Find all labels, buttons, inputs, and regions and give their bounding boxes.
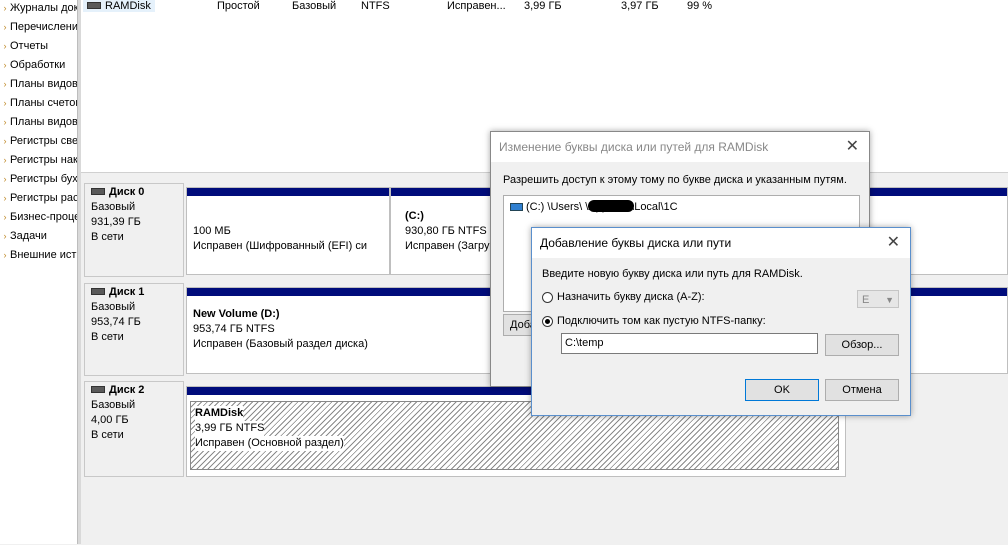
folder-icon: › bbox=[3, 212, 7, 222]
dialog-description: Разрешить доступ к этому тому по букве д… bbox=[503, 174, 847, 186]
close-icon[interactable]: ✕ bbox=[887, 228, 900, 258]
folder-icon: › bbox=[3, 98, 7, 108]
close-icon[interactable]: ✕ bbox=[846, 132, 859, 162]
disk-2-label[interactable]: Диск 2 Базовый 4,00 ГБ В сети bbox=[84, 381, 184, 477]
navigation-tree: › Журналы док › Перечислени › Отчеты › Обраб… bbox=[0, 0, 77, 544]
folder-path-input[interactable]: C:\temp bbox=[561, 333, 818, 354]
folder-icon: › bbox=[3, 60, 7, 70]
dialog-title: Изменение буквы диска или путей для RAMD… bbox=[491, 132, 869, 162]
tree-item[interactable]: › Внешние ист bbox=[0, 246, 77, 265]
volume-capacity-cell: 3,99 ГБ bbox=[524, 0, 562, 12]
folder-icon: › bbox=[3, 193, 7, 203]
browse-button[interactable]: Обзор... bbox=[825, 334, 899, 356]
add-drive-letter-dialog: Добавление буквы диска или пути ✕ Введит… bbox=[531, 227, 911, 416]
tree-item[interactable]: › Регистры нак bbox=[0, 151, 78, 170]
folder-icon: › bbox=[3, 231, 7, 241]
disk-icon bbox=[91, 287, 105, 295]
volume-free-pct-cell: 99 % bbox=[687, 0, 713, 12]
folder-icon: › bbox=[3, 155, 7, 165]
volume-layout-cell: Простой bbox=[217, 0, 260, 12]
disk-1-label[interactable]: Диск 1 Базовый 953,74 ГБ В сети bbox=[84, 283, 184, 376]
tree-item[interactable]: › Задачи bbox=[0, 227, 47, 246]
radio-button[interactable] bbox=[542, 291, 553, 303]
folder-icon: › bbox=[3, 22, 7, 32]
drive-icon bbox=[87, 1, 101, 9]
volume-type-cell: Базовый bbox=[292, 0, 337, 12]
disk-0-label[interactable]: Диск 0 Базовый 931,39 ГБ В сети bbox=[84, 183, 184, 277]
volume-fs-cell: NTFS bbox=[361, 0, 390, 12]
drive-icon bbox=[510, 203, 523, 212]
volume-free-cell: 3,97 ГБ bbox=[621, 0, 659, 12]
radio-mount-folder[interactable]: Подключить том как пустую NTFS-папку: bbox=[542, 315, 766, 327]
volume-status-cell: Исправен... bbox=[447, 0, 506, 12]
chevron-down-icon: ▼ bbox=[885, 295, 894, 305]
tree-item[interactable]: › Регистры рас bbox=[0, 189, 78, 208]
tree-item[interactable]: › Регистры бух bbox=[0, 170, 78, 189]
ok-button[interactable]: OK bbox=[745, 379, 819, 401]
redacted-username bbox=[588, 200, 634, 212]
tree-item[interactable]: › Бизнес-проце bbox=[0, 208, 78, 227]
tree-item[interactable]: › Журналы док bbox=[0, 0, 78, 18]
folder-icon: › bbox=[3, 117, 7, 127]
tree-item[interactable]: › Отчеты bbox=[0, 37, 49, 56]
cancel-button[interactable]: Отмена bbox=[825, 379, 899, 401]
tree-item[interactable]: › Обработки bbox=[0, 56, 66, 75]
folder-icon: › bbox=[3, 41, 7, 51]
partition-efi[interactable]: 100 МБ Исправен (Шифрованный (EFI) си bbox=[186, 187, 390, 275]
partition-bar bbox=[187, 188, 389, 197]
disk-icon bbox=[91, 385, 105, 393]
dialog-title: Добавление буквы диска или пути ✕ bbox=[532, 228, 910, 258]
dialog-prompt: Введите новую букву диска или путь для R… bbox=[542, 268, 803, 280]
folder-icon: › bbox=[3, 136, 7, 146]
folder-icon: › bbox=[3, 174, 7, 184]
drive-letter-select[interactable]: E ▼ bbox=[857, 290, 899, 308]
volume-name-cell[interactable]: RAMDisk bbox=[87, 0, 151, 14]
folder-icon: › bbox=[3, 3, 7, 13]
tree-item[interactable]: › Регистры све bbox=[0, 132, 78, 151]
folder-icon: › bbox=[3, 250, 7, 260]
tree-item[interactable]: › Перечислени bbox=[0, 18, 78, 37]
folder-icon: › bbox=[3, 79, 7, 89]
tree-item[interactable]: › Планы видов bbox=[0, 113, 78, 132]
tree-item[interactable]: › Планы видов bbox=[0, 75, 78, 94]
radio-assign-letter[interactable]: Назначить букву диска (A-Z): bbox=[542, 291, 705, 303]
radio-button[interactable] bbox=[542, 315, 553, 327]
tree-item[interactable]: › Планы счетов bbox=[0, 94, 78, 113]
disk-icon bbox=[91, 187, 105, 195]
